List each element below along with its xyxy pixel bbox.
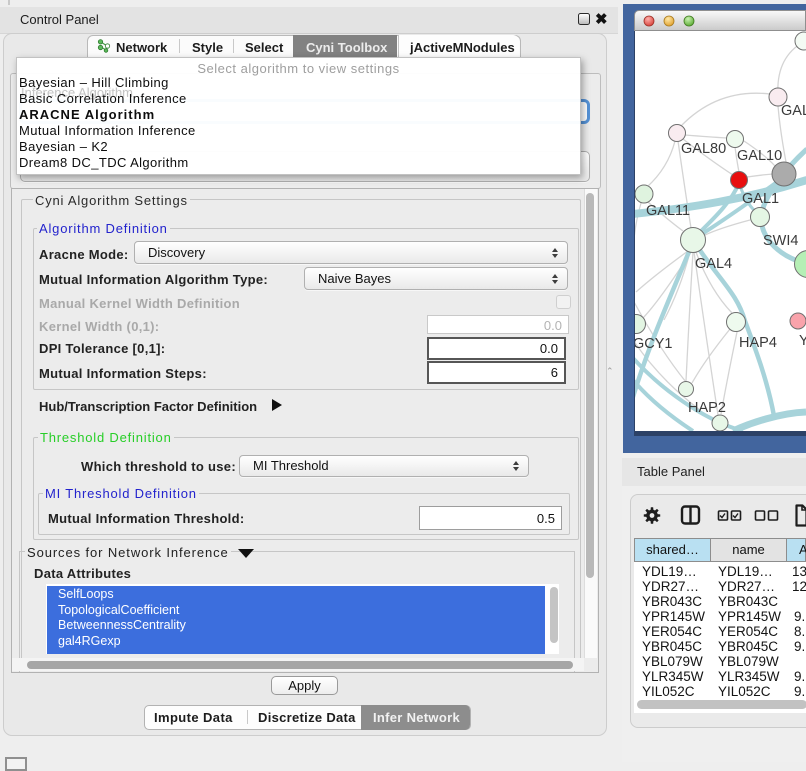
svg-text:GAL80: GAL80 bbox=[681, 141, 726, 157]
svg-text:HAP4: HAP4 bbox=[739, 335, 777, 351]
svg-text:GAL4: GAL4 bbox=[695, 256, 732, 272]
svg-text:GAL: GAL bbox=[781, 103, 806, 119]
svg-text:GCY1: GCY1 bbox=[635, 336, 673, 352]
svg-text:GAL10: GAL10 bbox=[737, 148, 782, 164]
svg-text:GAL1: GAL1 bbox=[742, 191, 779, 207]
svg-text:HAP2: HAP2 bbox=[688, 400, 726, 416]
svg-text:Y: Y bbox=[799, 333, 806, 349]
svg-text:GAL11: GAL11 bbox=[646, 203, 690, 219]
svg-text:SWI4: SWI4 bbox=[763, 233, 798, 249]
